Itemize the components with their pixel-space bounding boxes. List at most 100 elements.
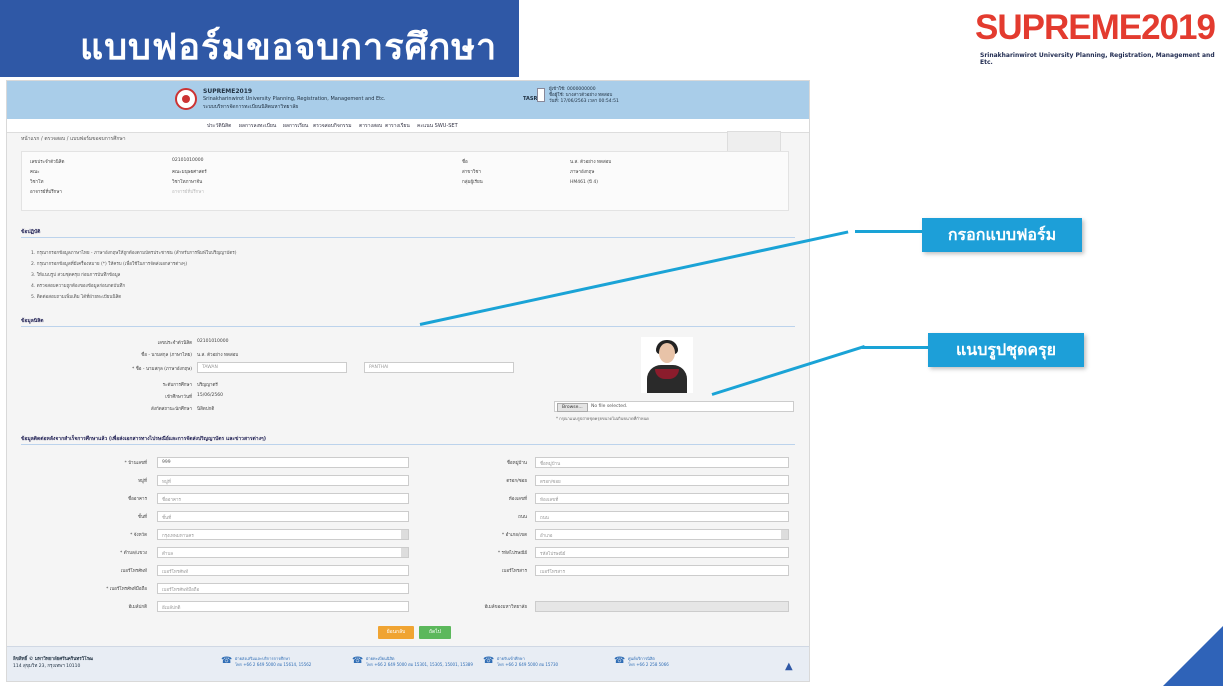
user-tag: TASR (523, 96, 538, 102)
village-input[interactable]: ชื่อหมู่บ้าน (535, 457, 789, 468)
status-value: นิสิตปกติ (197, 407, 215, 412)
contact-phone: โทร +66 2 649 5000 ต่อ 15730 (497, 662, 559, 667)
info-label: ชื่อ (462, 160, 468, 165)
subdistrict-label: * ตำบล/แขวง (120, 551, 147, 556)
address-title: ข้อมูลติดต่อหลังจากสำเร็จการศึกษาแล้ว (เ… (21, 436, 267, 442)
mobile-input[interactable]: เบอร์โทรศัพท์มือถือ (157, 583, 409, 594)
site-footer: ลิขสิทธิ์ © มหาวิทยาลัยศรีนครินทรวิโรฒ 1… (7, 646, 809, 681)
village-label: ชื่อหมู่บ้าน (506, 461, 527, 466)
room-input[interactable]: ห้องเลขที่ (535, 493, 789, 504)
photo-note: * กรุณาแนบรูปถ่ายชุดครุยขนาดไม่เกินขนาดท… (556, 416, 649, 421)
info-label: อาจารย์ที่ปรึกษา (30, 190, 62, 195)
site-tagline-thai: ระบบบริหารจัดการทะเบียนนิสิตมหาวิทยาลัย (203, 104, 299, 110)
photo-file-input[interactable]: Browse... No file selected. (554, 401, 794, 412)
breadcrumb: หน้าแรก / ตรวจสอบ / แบบฟอร์มขอจบการศึกษา (21, 136, 126, 142)
browse-button[interactable]: Browse... (557, 403, 588, 412)
house-no-input[interactable]: 999 (157, 457, 409, 468)
rule-item: 5. ติดต่อสอบถามเพิ่มเติม ได้ที่ฝ่ายทะเบี… (31, 295, 122, 300)
building-label: ชื่ออาคาร (128, 497, 147, 502)
user-avatar[interactable] (537, 88, 545, 102)
phone-icon: ☎ (352, 656, 364, 666)
nav-item-swu-set[interactable]: คะแนน SWU-SET (417, 122, 458, 130)
university-email-label: อีเมล์ของมหาวิทยาลัย (484, 605, 527, 610)
phone-icon: ☎ (483, 656, 495, 666)
nav-item-activities[interactable]: ตรวจสอบกิจกรรม (313, 122, 352, 130)
soi-label: ตรอก/ซอย (506, 479, 527, 484)
fax-input[interactable]: เบอร์โทรสาร (535, 565, 789, 576)
phone-icon: ☎ (614, 656, 626, 666)
nav-item-grades[interactable]: ผลการเรียน (283, 122, 308, 130)
nav-item-exam-schedule[interactable]: ตารางสอบ (359, 122, 382, 130)
province-select[interactable]: กรุงเทพมหานคร (157, 529, 409, 540)
scroll-top-icon[interactable]: ▲ (785, 661, 793, 672)
brand-subtitle: Srinakharinwirot University Planning, Re… (980, 52, 1215, 66)
slide-title: แบบฟอร์มขอจบการศึกษา (80, 27, 498, 68)
info-value: วิชาโทภาษาจีน (172, 180, 203, 185)
next-button[interactable]: ถัดไป (419, 626, 451, 639)
info-value: ภาษาอังกฤษ (570, 170, 595, 175)
floor-label: ชั้นที่ (137, 515, 147, 520)
postcode-label: * รหัสไปรษณีย์ (497, 551, 527, 556)
embedded-screenshot: SUPREME2019 Srinakharinwirot University … (6, 80, 810, 682)
nav-item-class-schedule[interactable]: ตารางเรียน (385, 122, 410, 130)
info-value: น.ส. ตัวอย่าง ทดสอบ (570, 160, 612, 165)
province-label: * จังหวัด (130, 533, 147, 538)
soi-input[interactable]: ตรอก/ซอย (535, 475, 789, 486)
rule-item: 4. ตรวจสอบความถูกต้องของข้อมูลก่อนกดบันท… (31, 284, 126, 289)
graduation-photo (641, 337, 693, 393)
phone-label: เบอร์โทรศัพท์ (120, 569, 147, 574)
info-label: วิชาโท (30, 180, 44, 185)
english-firstname-input[interactable]: TAWAN (197, 362, 347, 373)
brand-logo: SUPREME2019 (975, 8, 1216, 47)
main-nav: ประวัตินิสิต ผลการลงทะเบียน ผลการเรียน ต… (7, 119, 809, 133)
email-label: อีเมล์ปกติ (128, 605, 147, 610)
contact-phone: โทร +66 2 649 5000 ต่อ 15301, 15305, 150… (366, 662, 473, 667)
student-id-label: เลขประจำตัวนิสิต (157, 341, 192, 346)
contact-item: ☎ ฝ่ายทะเบียนนิสิต โทร +66 2 649 5000 ต่… (352, 653, 473, 673)
phone-input[interactable]: เบอร์โทรศัพท์ (157, 565, 409, 576)
back-button[interactable]: ย้อนกลับ (378, 626, 414, 639)
road-label: ถนน (518, 515, 527, 520)
info-value: 02101010000 (172, 158, 204, 163)
nav-item-profile[interactable]: ประวัตินิสิต (207, 122, 231, 130)
building-input[interactable]: ชื่ออาคาร (157, 493, 409, 504)
subdistrict-select[interactable]: ตำบล (157, 547, 409, 558)
road-input[interactable]: ถนน (535, 511, 789, 522)
student-data-title: ข้อมูลนิสิต (21, 318, 44, 324)
divider (21, 444, 795, 445)
site-tagline: Srinakharinwirot University Planning, Re… (203, 96, 386, 102)
nav-item-registration[interactable]: ผลการลงทะเบียน (239, 122, 276, 130)
divider (21, 237, 795, 238)
info-label: คณะ (30, 170, 40, 175)
student-info-box: เลขประจำตัวนิสิต 02101010000 ชื่อ น.ส. ต… (21, 151, 789, 211)
thai-name-value: น.ส. ตัวอย่าง ทดสอบ (197, 353, 239, 358)
login-time: วันที่: 17/06/2563 เวลา 00:54:51 (549, 99, 619, 104)
university-email-input[interactable] (535, 601, 789, 612)
education-level-label: ระดับการศึกษา (162, 383, 192, 388)
district-select[interactable]: อำเภอ (535, 529, 789, 540)
info-value: HM461 (ปี 4) (570, 180, 598, 185)
info-value: คณะมนุษยศาสตร์ (172, 170, 207, 175)
email-input[interactable]: อีเมล์ปกติ (157, 601, 409, 612)
footer-copyright: ลิขสิทธิ์ © มหาวิทยาลัยศรีนครินทรวิโรฒ (13, 657, 94, 662)
district-label: * อำเภอ/เขต (501, 533, 527, 538)
contact-phone: โทร +66 2 258 5066 (628, 662, 669, 667)
phone-icon: ☎ (221, 656, 233, 666)
contact-item: ☎ ฝ่ายส่งเสริมและบริการการศึกษา โทร +66 … (221, 653, 341, 673)
mobile-label: * เบอร์โทรศัพท์มือถือ (106, 587, 147, 592)
postcode-input[interactable]: รหัสไปรษณีย์ (535, 547, 789, 558)
floor-input[interactable]: ชั้นที่ (157, 511, 409, 522)
contact-phone: โทร +66 2 649 5000 ต่อ 15614, 15562 (235, 662, 312, 667)
info-label: กลุ่มผู้เรียน (462, 180, 483, 185)
info-value: อาจารย์ที่ปรึกษา (172, 190, 204, 195)
english-lastname-input[interactable]: PANTHAI (364, 362, 514, 373)
house-no-label: * บ้านเลขที่ (124, 461, 147, 466)
moo-input[interactable]: หมู่ที่ (157, 475, 409, 486)
contact-item: ☎ ฝ่ายรับเข้าศึกษา โทร +66 2 649 5000 ต่… (483, 653, 603, 673)
user-info: ผู้เข้าใช้: 0000000000 ชื่อผู้ใช้: นางสา… (549, 87, 619, 105)
file-status: No file selected. (591, 404, 628, 409)
thai-name-label: ชื่อ - นามสกุล (ภาษาไทย) (141, 353, 192, 358)
fill-form-callout: กรอกแบบฟอร์ม (922, 218, 1082, 252)
callout-line-photo-tail (862, 346, 930, 349)
university-logo-icon (175, 88, 197, 110)
